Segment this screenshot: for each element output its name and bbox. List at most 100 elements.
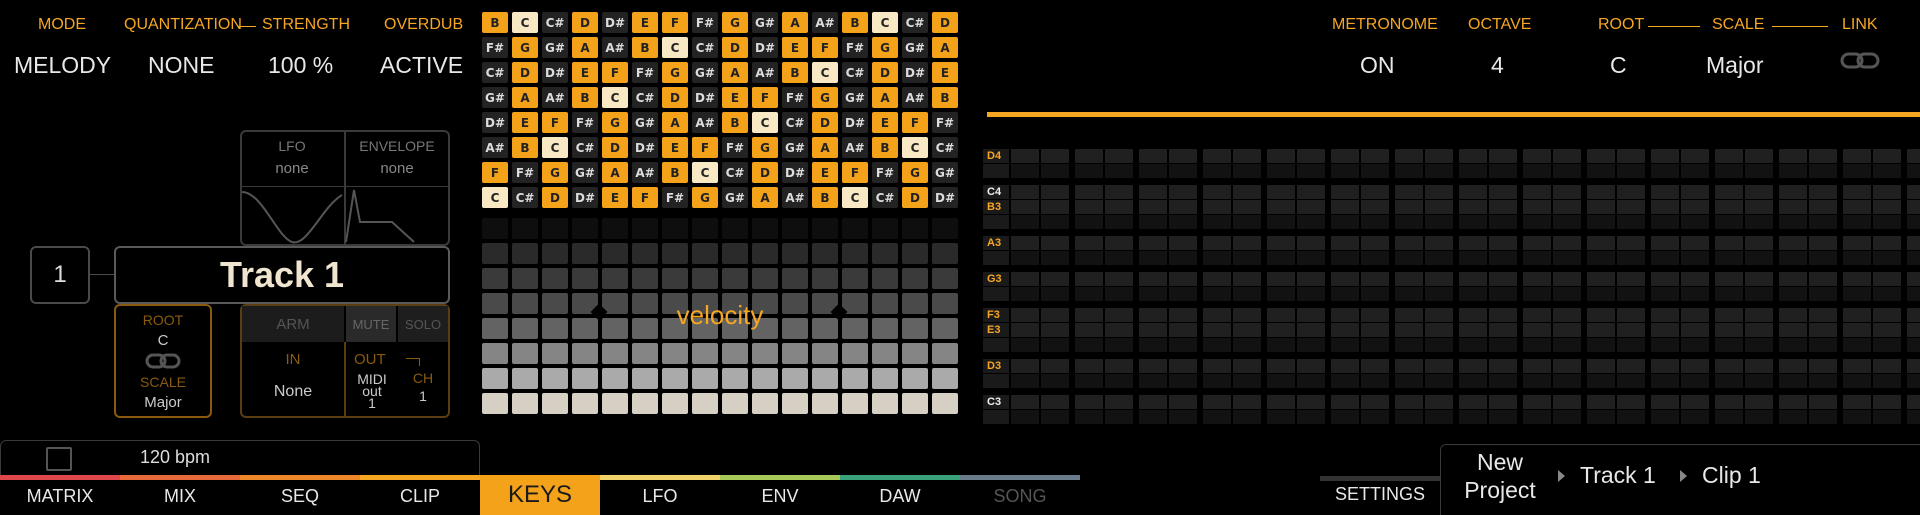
- key-pad[interactable]: G: [752, 137, 778, 158]
- step-cell[interactable]: [1297, 199, 1325, 214]
- key-pad[interactable]: G#: [692, 62, 718, 83]
- step-cell[interactable]: [1425, 235, 1453, 250]
- key-pad[interactable]: D: [572, 12, 598, 33]
- velocity-pad[interactable]: [752, 218, 778, 239]
- step-cell[interactable]: [1425, 394, 1453, 409]
- step-cell[interactable]: [1651, 235, 1679, 250]
- velocity-pad[interactable]: [752, 268, 778, 289]
- step-cell[interactable]: [1267, 250, 1295, 265]
- tab-daw[interactable]: DAW: [840, 478, 960, 515]
- key-pad[interactable]: C: [752, 112, 778, 133]
- step-cell[interactable]: [1011, 286, 1039, 301]
- key-pad[interactable]: D: [722, 37, 748, 58]
- step-cell[interactable]: [1297, 409, 1325, 424]
- step-cell[interactable]: [1395, 250, 1423, 265]
- key-pad[interactable]: G: [542, 162, 568, 183]
- step-cell[interactable]: [1361, 286, 1389, 301]
- step-cell[interactable]: [1745, 184, 1773, 199]
- step-cell[interactable]: [1105, 271, 1133, 286]
- step-cell[interactable]: [1587, 199, 1615, 214]
- step-cell[interactable]: [1233, 394, 1261, 409]
- step-cell[interactable]: [1425, 214, 1453, 229]
- step-cell[interactable]: [1553, 409, 1581, 424]
- step-cell[interactable]: [1139, 199, 1167, 214]
- step-cell[interactable]: [1361, 358, 1389, 373]
- step-cell[interactable]: [1681, 409, 1709, 424]
- key-pad[interactable]: F: [692, 137, 718, 158]
- step-cell[interactable]: [1331, 250, 1359, 265]
- velocity-pad[interactable]: [842, 343, 868, 364]
- step-cell[interactable]: [1203, 199, 1231, 214]
- step-cell[interactable]: [1267, 214, 1295, 229]
- step-cell[interactable]: [1523, 358, 1551, 373]
- step-cell[interactable]: [1011, 214, 1039, 229]
- key-pad[interactable]: F: [752, 87, 778, 108]
- step-cell[interactable]: [1587, 286, 1615, 301]
- breadcrumb-track[interactable]: Track 1: [1580, 462, 1656, 489]
- velocity-pad[interactable]: [632, 343, 658, 364]
- velocity-pad[interactable]: [812, 393, 838, 414]
- step-cell[interactable]: [1075, 322, 1103, 337]
- step-cell[interactable]: [1715, 148, 1743, 163]
- key-pad[interactable]: C: [602, 87, 628, 108]
- key-pad[interactable]: B: [632, 37, 658, 58]
- velocity-pad[interactable]: [842, 243, 868, 264]
- velocity-pad[interactable]: [602, 393, 628, 414]
- step-cell[interactable]: [1779, 307, 1807, 322]
- step-cell[interactable]: [1809, 250, 1837, 265]
- tab-mix[interactable]: MIX: [120, 478, 240, 515]
- step-cell[interactable]: [1361, 199, 1389, 214]
- step-cell[interactable]: [1617, 271, 1645, 286]
- step-cell[interactable]: [1523, 214, 1551, 229]
- step-cell[interactable]: [1745, 271, 1773, 286]
- step-cell[interactable]: [1745, 409, 1773, 424]
- step-cell[interactable]: [1075, 235, 1103, 250]
- step-cell[interactable]: [1267, 337, 1295, 352]
- step-cell[interactable]: [1745, 358, 1773, 373]
- step-cell[interactable]: [1105, 322, 1133, 337]
- step-cell[interactable]: [1041, 358, 1069, 373]
- key-pad[interactable]: F#: [692, 12, 718, 33]
- velocity-pad[interactable]: [902, 218, 928, 239]
- step-cell[interactable]: [1075, 148, 1103, 163]
- step-cell[interactable]: [1041, 250, 1069, 265]
- key-pad[interactable]: G: [692, 187, 718, 208]
- velocity-pad[interactable]: [542, 218, 568, 239]
- key-pad[interactable]: D#: [902, 62, 928, 83]
- step-cell[interactable]: [1361, 163, 1389, 178]
- key-pad[interactable]: E: [722, 87, 748, 108]
- velocity-pad[interactable]: [692, 218, 718, 239]
- key-pad[interactable]: F: [542, 112, 568, 133]
- step-cell[interactable]: [1331, 409, 1359, 424]
- step-cell[interactable]: [1681, 271, 1709, 286]
- step-cell[interactable]: [1553, 235, 1581, 250]
- step-cell[interactable]: [1873, 271, 1901, 286]
- step-cell[interactable]: [1041, 307, 1069, 322]
- step-cell[interactable]: [1297, 271, 1325, 286]
- step-cell[interactable]: [1873, 394, 1901, 409]
- step-cell[interactable]: [1809, 337, 1837, 352]
- step-cell[interactable]: [1553, 199, 1581, 214]
- step-cell[interactable]: [1843, 322, 1871, 337]
- step-cell[interactable]: [1297, 307, 1325, 322]
- velocity-pad[interactable]: [482, 243, 508, 264]
- key-pad[interactable]: C: [812, 62, 838, 83]
- step-cell[interactable]: [1873, 235, 1901, 250]
- velocity-pad[interactable]: [482, 343, 508, 364]
- step-cell[interactable]: [1041, 394, 1069, 409]
- step-cell[interactable]: [1233, 307, 1261, 322]
- step-cell[interactable]: [1489, 184, 1517, 199]
- step-cell[interactable]: [1395, 409, 1423, 424]
- step-cell[interactable]: [1907, 271, 1920, 286]
- step-cell[interactable]: [1169, 199, 1197, 214]
- step-cell[interactable]: [1523, 271, 1551, 286]
- step-cell[interactable]: [1395, 199, 1423, 214]
- key-pad[interactable]: C: [872, 12, 898, 33]
- key-pad[interactable]: F#: [662, 187, 688, 208]
- key-pad[interactable]: E: [632, 12, 658, 33]
- step-cell[interactable]: [1267, 358, 1295, 373]
- velocity-pad[interactable]: [872, 393, 898, 414]
- velocity-pad[interactable]: [812, 368, 838, 389]
- step-cell[interactable]: [1715, 394, 1743, 409]
- step-cell[interactable]: [1395, 214, 1423, 229]
